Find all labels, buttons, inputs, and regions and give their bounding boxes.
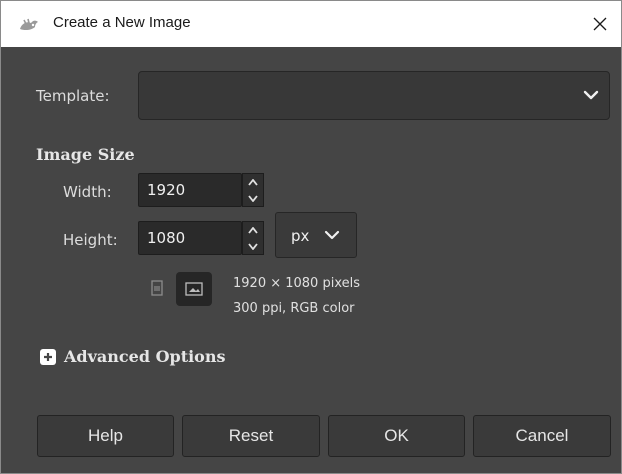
height-decrement-button[interactable] <box>243 238 263 254</box>
cancel-button[interactable]: Cancel <box>473 415 611 457</box>
create-image-dialog: Create a New Image Template: Image Size … <box>0 0 622 474</box>
image-dimensions-info: 1920 × 1080 pixels <box>233 276 360 291</box>
image-size-heading: Image Size <box>36 145 135 164</box>
chevron-down-icon <box>248 194 258 202</box>
chevron-down-icon <box>583 90 599 100</box>
title-bar: Create a New Image <box>1 1 621 47</box>
advanced-options-expander[interactable]: Advanced Options <box>40 347 225 366</box>
width-decrement-button[interactable] <box>243 190 263 206</box>
chevron-down-icon <box>248 242 258 250</box>
window-title: Create a New Image <box>53 14 191 31</box>
close-button[interactable] <box>579 1 621 47</box>
portrait-icon <box>151 280 163 296</box>
landscape-icon <box>185 282 203 296</box>
chevron-up-icon <box>248 178 258 186</box>
reset-button[interactable]: Reset <box>182 415 320 457</box>
gimp-wilber-icon <box>20 18 38 31</box>
chevron-up-icon <box>248 226 258 234</box>
width-stepper[interactable] <box>242 173 264 207</box>
unit-combo[interactable]: px <box>275 212 357 258</box>
template-label: Template: <box>36 87 110 105</box>
height-increment-button[interactable] <box>243 222 263 238</box>
width-label: Width: <box>63 183 112 201</box>
unit-value: px <box>291 227 310 245</box>
height-label: Height: <box>63 231 118 249</box>
plus-icon <box>40 348 56 365</box>
close-icon <box>593 17 607 31</box>
template-combo[interactable] <box>138 71 610 120</box>
width-input[interactable]: 1920 <box>138 173 242 207</box>
advanced-options-label: Advanced Options <box>64 347 226 366</box>
portrait-orientation-button[interactable] <box>145 276 169 300</box>
chevron-down-icon <box>324 230 340 240</box>
height-stepper[interactable] <box>242 221 264 255</box>
help-button[interactable]: Help <box>37 415 174 457</box>
ok-button[interactable]: OK <box>328 415 465 457</box>
height-input[interactable]: 1080 <box>138 221 242 255</box>
image-resolution-info: 300 ppi, RGB color <box>233 301 355 316</box>
landscape-orientation-button[interactable] <box>176 272 212 306</box>
width-increment-button[interactable] <box>243 174 263 190</box>
